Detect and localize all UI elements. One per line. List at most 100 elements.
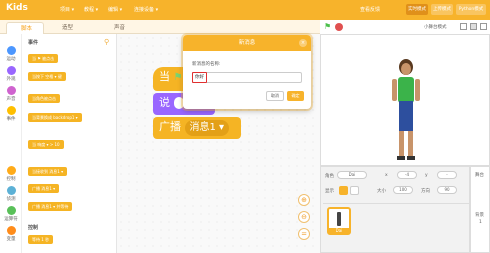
category-label: 声音 xyxy=(6,97,16,102)
app-logo: Kids xyxy=(6,3,28,13)
block-when-backdrop-switches[interactable]: 当背景换成 backdrop1 ▾ xyxy=(28,113,82,122)
x-label: x xyxy=(385,173,388,178)
tab-code[interactable]: 脚本 xyxy=(6,22,44,34)
zoom-out-button[interactable]: ⊖ xyxy=(298,211,310,223)
block-broadcast[interactable]: 广播 消息1 ▾ xyxy=(28,184,60,193)
small-stage-icon[interactable] xyxy=(460,23,467,30)
variables-dot-icon xyxy=(6,226,16,235)
pin-icon[interactable]: ⚲ xyxy=(104,38,109,46)
show-hidden-icon[interactable] xyxy=(350,186,359,195)
divider xyxy=(323,203,469,204)
tab-sound[interactable]: 声音 xyxy=(100,22,138,34)
dialog-header: 新消息 × xyxy=(183,35,311,51)
stage[interactable] xyxy=(320,34,490,166)
menu-edit[interactable]: 编辑 ▾ xyxy=(108,6,122,13)
script-broadcast-block[interactable]: 广播 消息1 ▾ xyxy=(153,117,241,139)
tab-costume[interactable]: 造型 xyxy=(48,22,86,34)
direction-label: 方向 xyxy=(421,189,430,194)
editor-tabs: 脚本 造型 声音 xyxy=(0,20,320,34)
block-when-flag-clicked[interactable]: 当 ⚑ 被点击 xyxy=(28,54,59,63)
block-when-receive[interactable]: 当接收到 消息1 ▾ xyxy=(28,167,68,176)
fullscreen-icon[interactable] xyxy=(480,23,487,30)
sprite-thumb-label: Dai xyxy=(329,228,349,233)
block-wait[interactable]: 等待 1 秒 xyxy=(28,235,54,244)
block-when-key-pressed[interactable]: 当按下 空格 ▾ 键 xyxy=(28,72,66,81)
motion-dot-icon xyxy=(6,46,16,55)
top-menu-bar: Kids 项目 ▾ 教程 ▾ 编辑 ▾ 连接设备 ▾ 查看反馈 实时模式 上传模… xyxy=(0,0,490,20)
broadcast-block-label: 广播 xyxy=(159,120,181,133)
sprite-thumbnail[interactable]: Dai xyxy=(327,207,351,235)
say-block-label: 说 xyxy=(159,96,170,109)
dialog-title: 新消息 xyxy=(238,40,256,46)
looks-dot-icon xyxy=(6,66,16,75)
y-input[interactable]: - xyxy=(437,171,457,179)
category-events[interactable]: 事件 xyxy=(0,106,22,122)
python-mode-button[interactable]: Python模式 xyxy=(456,4,486,15)
category-label: 外观 xyxy=(6,77,16,82)
ok-button[interactable]: 确定 xyxy=(287,91,304,101)
sprite-info-panel: 角色 Dai x -4 y - 显示 大小 100 方向 90 Dai xyxy=(320,166,470,253)
close-icon[interactable]: × xyxy=(299,39,307,47)
operators-dot-icon xyxy=(6,206,16,215)
category-menu: 运动 外观 声音 事件 控制 侦测 运算符 变量 xyxy=(0,34,22,253)
cancel-button[interactable]: 取消 xyxy=(266,91,284,101)
control-dot-icon xyxy=(6,166,16,175)
realtime-mode-button[interactable]: 实时模式 xyxy=(406,4,428,15)
block-when-sprite-clicked[interactable]: 当角色被点击 xyxy=(28,94,60,103)
category-variables[interactable]: 变量 xyxy=(0,226,22,242)
block-palette: 事件 当 ⚑ 被点击 当按下 空格 ▾ 键 当角色被点击 当背景换成 backd… xyxy=(22,34,117,253)
category-motion[interactable]: 运动 xyxy=(0,46,22,62)
backdrop-label: 背景 xyxy=(475,213,484,218)
category-label: 事件 xyxy=(6,117,16,122)
new-message-dialog: 新消息 × 新消息的名称: 你好 取消 确定 xyxy=(183,35,311,109)
green-flag-icon: ⚑ xyxy=(173,72,183,83)
category-label: 变量 xyxy=(6,237,16,242)
message-name-label: 新消息的名称: xyxy=(192,62,221,67)
block-when-loudness[interactable]: 当 响度 ▾ > 10 xyxy=(28,140,64,149)
tab-code-label: 脚本 xyxy=(21,26,33,32)
tab-sound-label: 声音 xyxy=(114,25,126,31)
size-input[interactable]: 100 xyxy=(393,186,413,194)
zoom-reset-button[interactable]: = xyxy=(298,228,310,240)
show-visible-icon[interactable] xyxy=(339,186,348,195)
broadcast-message-dropdown[interactable]: 消息1 ▾ xyxy=(184,120,230,136)
category-looks[interactable]: 外观 xyxy=(0,66,22,82)
x-input[interactable]: -4 xyxy=(397,171,417,179)
menu-tutorial[interactable]: 教程 ▾ xyxy=(84,6,98,13)
feedback-link[interactable]: 查看反馈 xyxy=(360,6,380,13)
stop-icon[interactable] xyxy=(335,23,343,31)
category-label: 控制 xyxy=(6,177,16,182)
category-sensing[interactable]: 侦测 xyxy=(0,186,22,202)
sprite-thumb-figure-icon xyxy=(337,212,341,226)
block-broadcast-and-wait[interactable]: 广播 消息1 ▾ 并等待 xyxy=(28,202,73,211)
category-label: 侦测 xyxy=(6,197,16,202)
category-operators[interactable]: 运算符 xyxy=(0,206,22,222)
message-name-input[interactable]: 你好 xyxy=(192,72,302,83)
say-input[interactable] xyxy=(173,97,184,109)
size-label: 大小 xyxy=(377,189,386,194)
backdrop-count: 1 xyxy=(479,220,482,225)
green-flag-run-icon[interactable]: ⚑ xyxy=(324,22,331,31)
category-sound[interactable]: 声音 xyxy=(0,86,22,102)
show-label: 显示 xyxy=(325,189,334,194)
sound-dot-icon xyxy=(6,86,16,95)
message-name-value: 你好 xyxy=(192,72,207,83)
palette-section-events: 事件 xyxy=(28,40,39,46)
small-stage-mode-label[interactable]: 小舞台模式 xyxy=(424,24,447,30)
menu-connect-device[interactable]: 连接设备 ▾ xyxy=(134,6,158,13)
sprite-character-image[interactable] xyxy=(386,55,426,165)
stage-label: 舞台 xyxy=(475,173,484,178)
stage-backdrop-panel[interactable]: 舞台 背景 1 xyxy=(470,166,490,253)
sprite-label: 角色 xyxy=(325,174,334,179)
category-control[interactable]: 控制 xyxy=(0,166,22,182)
category-label: 运动 xyxy=(6,57,16,62)
palette-section-control: 控制 xyxy=(28,225,39,231)
menu-project[interactable]: 项目 ▾ xyxy=(60,6,74,13)
events-dot-icon xyxy=(6,106,16,115)
zoom-in-button[interactable]: ⊕ xyxy=(298,194,310,206)
direction-input[interactable]: 90 xyxy=(437,186,457,194)
category-label: 运算符 xyxy=(4,217,18,222)
upload-mode-button[interactable]: 上传模式 xyxy=(431,4,453,15)
sprite-name-input[interactable]: Dai xyxy=(337,171,367,179)
normal-stage-icon[interactable] xyxy=(470,23,477,30)
